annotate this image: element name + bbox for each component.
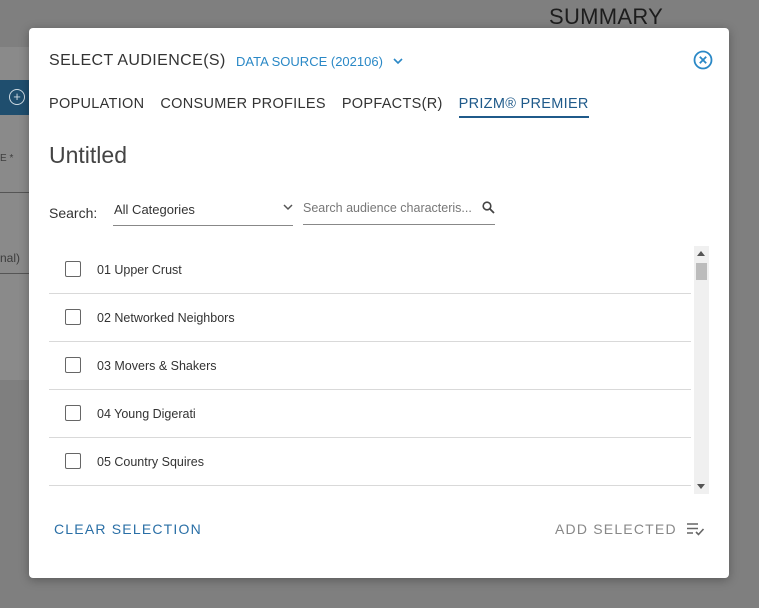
item-label: 04 Young Digerati xyxy=(97,407,196,421)
summary-heading: SUMMARY xyxy=(549,4,664,29)
background-field-label: E * xyxy=(0,153,14,164)
item-checkbox[interactable] xyxy=(65,405,81,421)
tab-population[interactable]: POPULATION xyxy=(49,96,144,118)
background-optional-text: nal) xyxy=(0,251,21,265)
category-select-value: All Categories xyxy=(114,202,195,217)
tab-bar: POPULATION CONSUMER PROFILES POPFACTS(R)… xyxy=(49,96,605,118)
list-scrollbar[interactable] xyxy=(694,246,709,494)
plus-circle-icon: + xyxy=(9,89,25,105)
chevron-down-icon xyxy=(393,58,403,65)
select-audience-dialog: SELECT AUDIENCE(S) DATA SOURCE (202106) … xyxy=(29,28,729,578)
audience-list: 01 Upper Crust 02 Networked Neighbors 03 M… xyxy=(49,246,709,494)
close-circle-icon[interactable] xyxy=(693,50,713,70)
item-checkbox[interactable] xyxy=(65,453,81,469)
search-input[interactable] xyxy=(303,198,478,218)
tab-prizm-premier[interactable]: PRIZM® PREMIER xyxy=(458,96,589,118)
clear-selection-button[interactable]: CLEAR SELECTION xyxy=(54,521,202,537)
scroll-down-arrow-icon[interactable] xyxy=(697,484,705,489)
search-label: Search: xyxy=(49,205,98,221)
list-item[interactable]: 01 Upper Crust xyxy=(49,246,691,294)
scroll-up-arrow-icon[interactable] xyxy=(697,251,705,256)
playlist-check-icon xyxy=(686,523,704,536)
tab-consumer-profiles[interactable]: CONSUMER PROFILES xyxy=(160,96,325,118)
item-checkbox[interactable] xyxy=(65,357,81,373)
chevron-down-icon xyxy=(283,204,293,211)
item-label: 02 Networked Neighbors xyxy=(97,311,235,325)
item-checkbox[interactable] xyxy=(65,309,81,325)
add-selected-button[interactable]: ADD SELECTED xyxy=(555,521,706,537)
scrollbar-thumb[interactable] xyxy=(696,263,707,280)
add-selected-label: ADD SELECTED xyxy=(555,521,677,537)
category-select[interactable]: All Categories xyxy=(113,198,293,226)
dialog-title: SELECT AUDIENCE(S) xyxy=(49,52,226,69)
list-item[interactable]: 05 Country Squires xyxy=(49,438,691,486)
background-add-button: + xyxy=(0,80,30,115)
item-label: 01 Upper Crust xyxy=(97,263,182,277)
item-label: 03 Movers & Shakers xyxy=(97,359,217,373)
audience-name-title[interactable]: Untitled xyxy=(49,142,127,169)
search-box xyxy=(303,198,495,225)
data-source-label: DATA SOURCE (202106) xyxy=(236,54,383,69)
background-divider xyxy=(0,192,30,193)
item-label: 05 Country Squires xyxy=(97,455,205,469)
data-source-dropdown[interactable]: DATA SOURCE (202106) xyxy=(236,54,403,69)
item-checkbox[interactable] xyxy=(65,261,81,277)
background-divider xyxy=(0,273,30,274)
tab-popfacts[interactable]: POPFACTS(R) xyxy=(342,96,443,118)
list-item[interactable]: 03 Movers & Shakers xyxy=(49,342,691,390)
list-item[interactable]: 04 Young Digerati xyxy=(49,390,691,438)
search-icon[interactable] xyxy=(482,201,495,214)
list-item[interactable]: 02 Networked Neighbors xyxy=(49,294,691,342)
